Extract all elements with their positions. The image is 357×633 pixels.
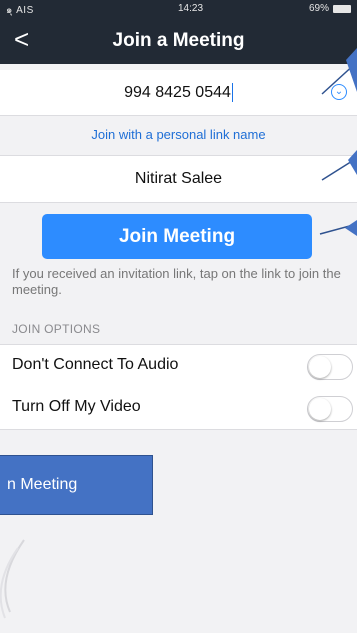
meeting-id-field[interactable]: 994 8425 0544 ⌄	[0, 70, 357, 116]
option-row-audio: Don't Connect To Audio	[0, 344, 357, 388]
option-label-video: Turn Off My Video	[12, 398, 141, 415]
carrier-label: ๑ุ AIS	[6, 5, 34, 16]
battery-icon	[333, 4, 351, 13]
battery-percent: 69%	[308, 3, 329, 14]
video-toggle[interactable]	[307, 396, 353, 422]
decor-curve	[0, 547, 19, 619]
status-right: 69%	[309, 3, 351, 14]
page-title: Join a Meeting	[112, 30, 245, 51]
option-label-audio: Don't Connect To Audio	[12, 356, 179, 373]
chevron-down-icon[interactable]: ⌄	[331, 84, 347, 100]
text-cursor	[231, 83, 233, 103]
audio-toggle[interactable]	[307, 354, 353, 380]
join-meeting-button[interactable]: Join Meeting	[42, 214, 312, 259]
display-name-value: Nitirat Salee	[134, 170, 223, 187]
display-name-field[interactable]: Nitirat Salee	[0, 155, 357, 203]
annotation-callout: n Meeting	[0, 455, 153, 515]
meeting-id-value: 994 8425 0544	[124, 84, 231, 101]
join-options-heading: JOIN OPTIONS	[12, 322, 101, 336]
decor-curve	[4, 539, 25, 613]
toggle-knob	[309, 398, 331, 420]
arrow-line-join	[319, 223, 357, 235]
status-time: 14:23	[178, 3, 204, 14]
invitation-hint: If you received an invitation link, tap …	[12, 266, 341, 297]
nav-bar: < Join a Meeting	[0, 18, 357, 64]
arrow-head-join	[345, 220, 357, 236]
toggle-knob	[309, 356, 331, 378]
personal-link-button[interactable]: Join with a personal link name	[0, 117, 357, 153]
status-bar: ๑ุ AIS 14:23 69%	[0, 0, 357, 18]
option-row-video: Turn Off My Video	[0, 387, 357, 430]
